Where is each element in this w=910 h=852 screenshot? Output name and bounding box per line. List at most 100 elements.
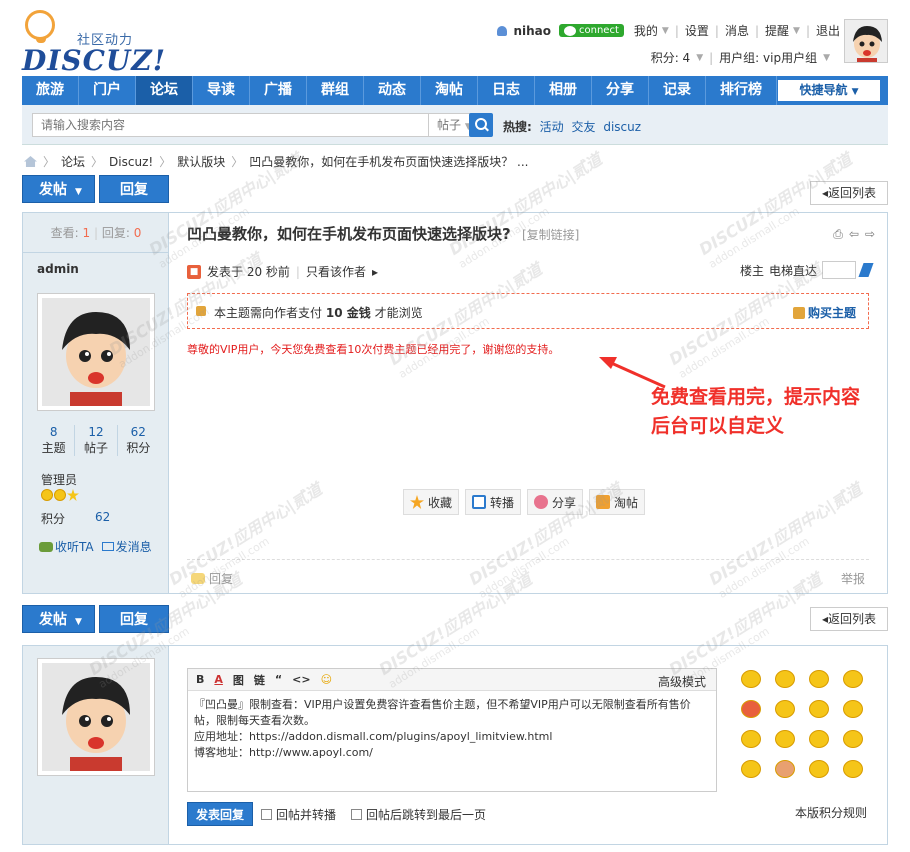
cool-emoji-icon[interactable]	[843, 760, 863, 778]
share-button[interactable]: 分享	[527, 489, 584, 515]
avatar[interactable]	[844, 19, 888, 63]
username-link[interactable]: nihao	[513, 24, 551, 38]
back-to-list-button[interactable]: ◂返回列表	[810, 181, 888, 205]
next-thread-icon[interactable]: ⇨	[865, 227, 875, 242]
grin-emoji-icon[interactable]	[809, 670, 829, 688]
nav-item-travel[interactable]: 旅游	[22, 76, 79, 105]
nav-item-album[interactable]: 相册	[535, 76, 592, 105]
sly-emoji-icon[interactable]	[809, 760, 829, 778]
love-emoji-icon[interactable]	[843, 700, 863, 718]
smiley-button[interactable]: ☺	[321, 673, 332, 686]
new-post-button[interactable]: 发帖 ▼	[22, 175, 95, 203]
back-to-list-label: 返回列表	[828, 612, 877, 626]
go-icon[interactable]	[858, 263, 874, 277]
reply-button[interactable]: 回复	[99, 175, 169, 203]
search-button[interactable]	[469, 113, 493, 137]
credits-link[interactable]: 积分: 4	[651, 49, 691, 66]
favorite-button[interactable]: 收藏	[403, 489, 460, 515]
mad-emoji-icon[interactable]	[775, 760, 795, 778]
search-input[interactable]	[32, 113, 429, 137]
happy-emoji-icon[interactable]	[843, 730, 863, 748]
print-icon[interactable]: ⎙	[833, 227, 843, 242]
quote-button[interactable]: “	[275, 673, 282, 686]
logout-link[interactable]: 退出	[816, 22, 840, 39]
nav-item-collections[interactable]: 淘帖	[421, 76, 478, 105]
font-color-button[interactable]: A	[214, 673, 223, 686]
quick-nav-button[interactable]: 快捷导航 ▼	[778, 80, 880, 101]
credit-rules-link[interactable]: 本版积分规则	[795, 804, 867, 821]
cry-emoji-icon[interactable]	[843, 670, 863, 688]
stat-posts[interactable]: 12 帖子	[75, 425, 118, 456]
nav-item-portal[interactable]: 门户	[79, 76, 136, 105]
reply-button[interactable]: 回复	[99, 605, 169, 633]
my-avatar[interactable]	[37, 658, 155, 776]
prev-thread-icon[interactable]: ⇦	[849, 227, 859, 242]
author-group[interactable]: 管理员	[41, 471, 77, 488]
laugh-emoji-icon[interactable]	[741, 730, 761, 748]
advanced-mode-link[interactable]: 高级模式	[658, 673, 706, 690]
send-message-link[interactable]: 发消息	[101, 538, 152, 555]
image-button[interactable]: 图	[233, 672, 244, 688]
tongue-emoji-icon[interactable]	[809, 700, 829, 718]
nav-item-records[interactable]: 记录	[649, 76, 706, 105]
stat-credits[interactable]: 62 积分	[118, 425, 159, 456]
nav-item-groups[interactable]: 群组	[307, 76, 364, 105]
hot-keyword[interactable]: discuz	[603, 120, 641, 134]
breadcrumb-item[interactable]: 论坛	[61, 153, 85, 170]
lock-icon	[196, 306, 206, 316]
stat-threads[interactable]: 8 主题	[33, 425, 76, 456]
floor-nav: 楼主 电梯直达	[740, 261, 874, 279]
rebroadcast-button[interactable]: 转播	[465, 489, 522, 515]
bold-button[interactable]: B	[196, 673, 204, 686]
follow-link[interactable]: 收听TA	[39, 538, 94, 555]
send-message-label: 发消息	[115, 540, 152, 554]
messages-link[interactable]: 消息	[725, 22, 749, 39]
shy-emoji-icon[interactable]	[741, 760, 761, 778]
breadcrumb-item[interactable]: 默认版块	[177, 153, 225, 170]
submit-reply-button[interactable]: 发表回复	[187, 802, 253, 826]
home-icon[interactable]	[24, 156, 37, 167]
nav-item-feed[interactable]: 动态	[364, 76, 421, 105]
copy-link[interactable]: [复制链接]	[522, 228, 579, 242]
smile-emoji-icon[interactable]	[741, 670, 761, 688]
author-links: 收听TA 发消息	[39, 538, 152, 555]
back-to-list-button[interactable]: ◂返回列表	[810, 607, 888, 631]
reply-editor[interactable]: B A 图 链 “ <> ☺ 高级模式 『凹凸曼』限制查看：VIP用户设置免费容…	[187, 668, 717, 792]
report-link[interactable]: 举报	[841, 570, 865, 587]
editor-textarea[interactable]: 『凹凸曼』限制查看：VIP用户设置免费容许查看售价主题，但不希望VIP用户可以无…	[188, 691, 716, 767]
nav-item-share[interactable]: 分享	[592, 76, 649, 105]
sweat-emoji-icon[interactable]	[809, 730, 829, 748]
floor-input[interactable]	[822, 261, 856, 279]
jump-last-page-checkbox[interactable]: 回帖后跳转到最后一页	[351, 806, 486, 823]
author-name[interactable]: admin	[37, 262, 79, 276]
nav-item-broadcast[interactable]: 广播	[250, 76, 307, 105]
discuz-logo[interactable]: 社区动力 DISCUZ!	[22, 10, 165, 77]
sad-emoji-icon[interactable]	[775, 670, 795, 688]
usergroup-link[interactable]: 用户组: vip用户组	[719, 49, 817, 66]
surprised-emoji-icon[interactable]	[775, 700, 795, 718]
reminders-link[interactable]: 提醒	[765, 22, 789, 39]
angry-emoji-icon[interactable]	[741, 700, 761, 718]
settings-link[interactable]: 设置	[685, 22, 709, 39]
author-avatar[interactable]	[37, 293, 155, 411]
rebroadcast-checkbox[interactable]: 回帖并转播	[261, 806, 336, 823]
buy-thread-button[interactable]: 购买主题	[792, 304, 856, 321]
nav-item-blog[interactable]: 日志	[478, 76, 535, 105]
link-button[interactable]: 链	[254, 672, 265, 688]
my-link[interactable]: 我的	[634, 22, 658, 39]
user-icon	[497, 25, 508, 36]
divider	[187, 559, 869, 560]
new-post-button[interactable]: 发帖 ▼	[22, 605, 95, 633]
nav-item-ranking[interactable]: 排行榜	[706, 76, 777, 105]
reply-link[interactable]: 回复	[191, 570, 233, 587]
wink-emoji-icon[interactable]	[775, 730, 795, 748]
breadcrumb-item[interactable]: Discuz!	[109, 155, 153, 169]
hot-keyword[interactable]: 活动	[540, 120, 564, 134]
collect-button[interactable]: 淘帖	[589, 489, 646, 515]
only-author-link[interactable]: 只看该作者	[306, 263, 366, 280]
connect-badge[interactable]: connect	[559, 24, 624, 37]
hot-keyword[interactable]: 交友	[571, 120, 595, 134]
code-button[interactable]: <>	[292, 673, 310, 686]
nav-item-guide[interactable]: 导读	[193, 76, 250, 105]
nav-item-forum[interactable]: 论坛	[136, 76, 193, 105]
